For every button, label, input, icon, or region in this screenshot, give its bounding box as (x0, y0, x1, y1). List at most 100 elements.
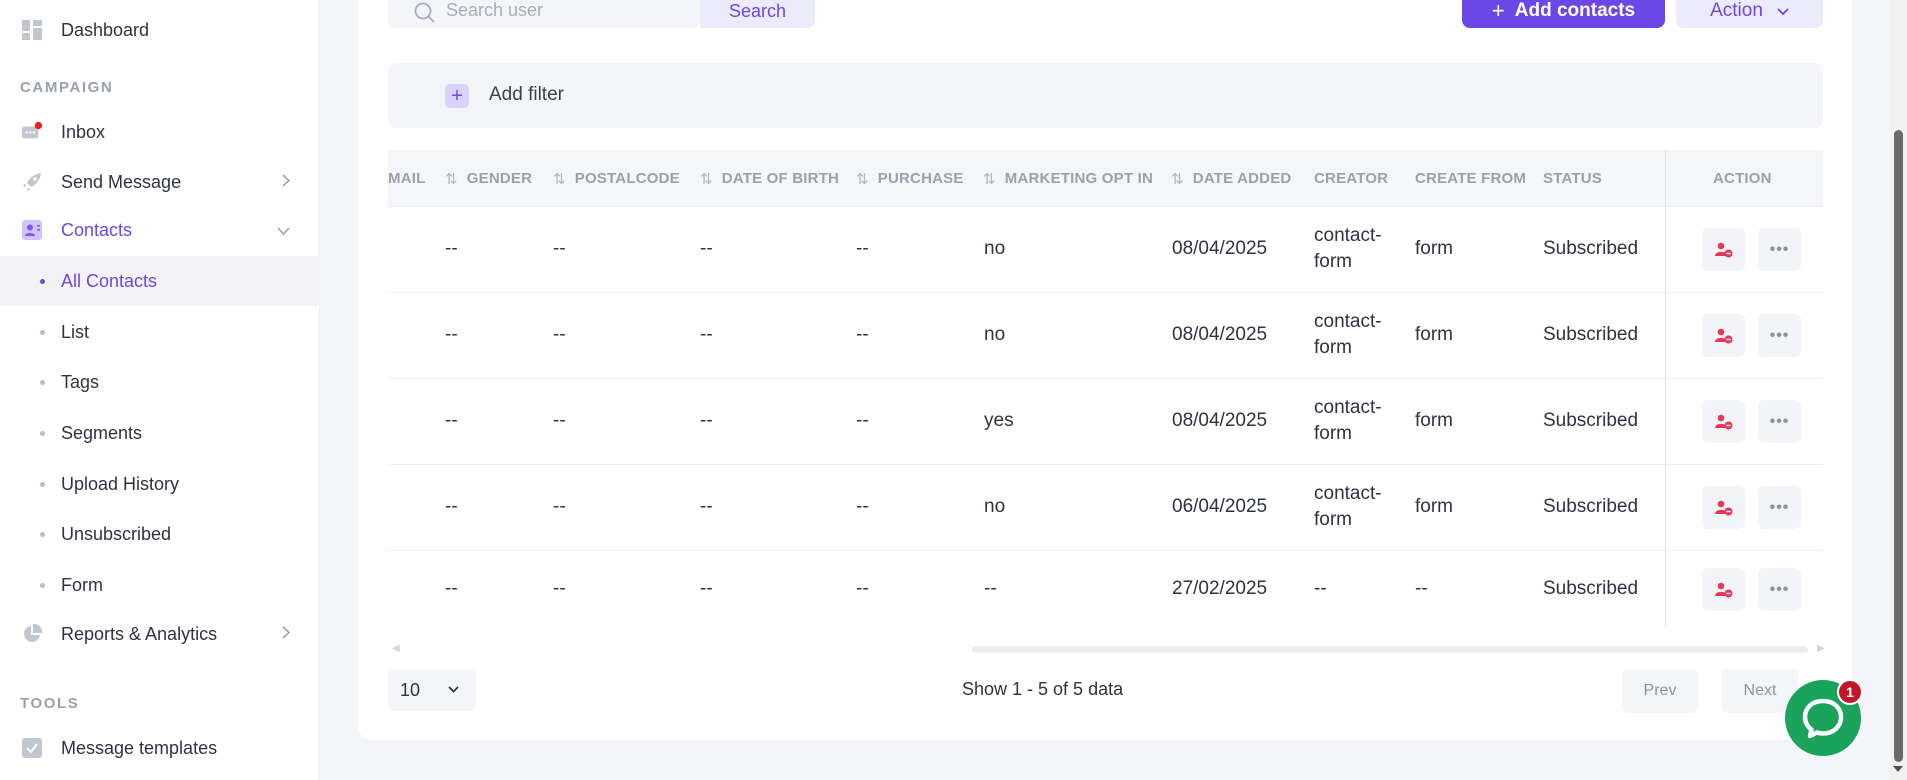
filter-bar: + Add filter (388, 63, 1823, 128)
sidebar-item-label: List (61, 321, 90, 342)
search-input[interactable] (446, 0, 676, 21)
sidebar-item-unsubscribed[interactable]: Unsubscribed (0, 509, 320, 559)
column-header-purchase[interactable]: ⇅ PURCHASE (856, 150, 964, 207)
nav-contacts-label: Contacts (61, 219, 133, 240)
nav-message-templates[interactable]: Message templates (0, 723, 320, 773)
sidebar-item-list[interactable]: List (0, 307, 320, 357)
bullet-icon (40, 582, 45, 588)
unsubscribe-contact-button[interactable] (1702, 228, 1745, 271)
bullet-icon (40, 430, 45, 436)
cell-date-of-birth: -- (700, 238, 713, 259)
column-header-date-of-birth[interactable]: ⇅ DATE OF BIRTH (700, 150, 839, 207)
add-filter-icon[interactable]: + (445, 84, 469, 108)
cell-creator: contact- (1314, 397, 1382, 418)
unsubscribe-contact-button[interactable] (1702, 400, 1745, 443)
cell-create-from: form (1415, 496, 1453, 517)
nav-dashboard[interactable]: Dashboard (0, 5, 320, 55)
more-options-button[interactable]: ••• (1758, 486, 1801, 529)
user-remove-icon (1714, 242, 1732, 257)
sidebar-item-form[interactable]: Form (0, 560, 320, 610)
column-header-create-from: CREATE FROM (1415, 170, 1527, 187)
sidebar-item-label: Form (61, 574, 103, 595)
cell-postalcode: -- (553, 238, 566, 259)
cell-purchase: -- (856, 324, 869, 345)
cell-status: Subscribed (1543, 496, 1639, 517)
cell-gender: -- (445, 324, 458, 345)
cell-marketing-opt-in: -- (984, 578, 997, 599)
more-dots-icon: ••• (1769, 240, 1790, 258)
add-contacts-button[interactable]: + Add contacts (1462, 0, 1665, 28)
more-options-button[interactable]: ••• (1758, 400, 1801, 443)
search-icon (414, 2, 436, 29)
cell-postalcode: -- (553, 324, 566, 345)
column-header-creator: CREATOR (1314, 170, 1389, 187)
nav-contacts[interactable]: Contacts (0, 205, 320, 255)
contacts-table: MAIL ⇅ GENDER ⇅ POSTALCODE ⇅ DATE OF BIRTH … (388, 150, 1823, 628)
horizontal-scrollbar[interactable] (972, 646, 1808, 653)
bullet-icon (40, 481, 45, 487)
unsubscribe-contact-button[interactable] (1702, 568, 1745, 611)
sort-icon: ⇅ (445, 170, 458, 188)
column-header-marketing-opt-in[interactable]: ⇅ MARKETING OPT IN (983, 150, 1153, 207)
nav-send-message-label: Send Message (61, 171, 182, 192)
action-dropdown-button[interactable]: Action (1676, 0, 1823, 28)
unsubscribe-contact-button[interactable] (1702, 314, 1745, 357)
scroll-down-arrow-icon[interactable] (1893, 766, 1903, 772)
cell-create-from: -- (1415, 578, 1428, 599)
nav-reports-analytics[interactable]: Reports & Analytics (0, 609, 320, 659)
vertical-scrollbar[interactable] (1890, 0, 1907, 780)
add-contacts-label: Add contacts (1514, 0, 1636, 21)
column-header-gender[interactable]: ⇅ GENDER (445, 150, 532, 207)
table-row: -- -- -- -- -- 27/02/2025 -- -- Subscrib… (388, 551, 1823, 628)
chevron-right-icon (282, 626, 291, 642)
cell-purchase: -- (856, 578, 869, 599)
nav-inbox-label: Inbox (61, 121, 106, 142)
more-options-button[interactable]: ••• (1758, 314, 1801, 357)
template-check-icon (21, 737, 43, 759)
chat-widget-button[interactable]: 1 (1785, 679, 1864, 756)
section-campaign-title: CAMPAIGN (20, 79, 114, 96)
cell-status: Subscribed (1543, 324, 1639, 345)
cell-date-added: 08/04/2025 (1172, 238, 1268, 259)
cell-date-of-birth: -- (700, 410, 713, 431)
page-size-select[interactable]: 10 (388, 669, 476, 711)
search-box (388, 0, 700, 28)
table-row: -- -- -- -- no 06/04/2025 contact- form … (388, 465, 1823, 551)
nav-inbox[interactable]: Inbox (0, 107, 320, 157)
sidebar-item-upload-history[interactable]: Upload History (0, 459, 320, 509)
page-size-value: 10 (400, 680, 421, 700)
cell-creator-line2: form (1314, 423, 1352, 444)
nav-send-message[interactable]: Send Message (0, 157, 320, 207)
sidebar-item-label: Tags (61, 371, 100, 392)
sort-icon: ⇅ (856, 170, 869, 188)
column-header-email[interactable]: MAIL (388, 150, 425, 207)
bullet-icon (40, 329, 45, 335)
unsubscribe-contact-button[interactable] (1702, 486, 1745, 529)
column-header-date-added[interactable]: ⇅ DATE ADDED (1171, 150, 1291, 207)
user-remove-icon (1714, 328, 1732, 343)
scroll-right-arrow-icon[interactable]: ▶ (1817, 643, 1825, 654)
more-options-button[interactable]: ••• (1758, 228, 1801, 271)
more-dots-icon: ••• (1769, 498, 1790, 516)
vertical-scrollbar-thumb[interactable] (1894, 130, 1903, 762)
more-options-button[interactable]: ••• (1758, 568, 1801, 611)
cell-marketing-opt-in: no (984, 238, 1006, 259)
dashboard-icon (21, 19, 43, 41)
rocket-icon (21, 171, 43, 193)
cell-status: Subscribed (1543, 578, 1639, 599)
table-header: MAIL ⇅ GENDER ⇅ POSTALCODE ⇅ DATE OF BIRTH … (388, 150, 1823, 207)
sidebar-item-label: Segments (61, 422, 143, 443)
add-filter-button[interactable]: Add filter (489, 84, 564, 106)
column-header-postalcode[interactable]: ⇅ POSTALCODE (553, 150, 680, 207)
search-button[interactable]: Search (700, 0, 815, 28)
sidebar-item-segments[interactable]: Segments (0, 408, 320, 458)
prev-page-button[interactable]: Prev (1622, 669, 1698, 713)
scroll-left-arrow-icon[interactable]: ◀ (392, 643, 400, 654)
cell-date-of-birth: -- (700, 496, 713, 517)
sidebar-item-tags[interactable]: Tags (0, 357, 320, 407)
cell-creator-line2: form (1314, 251, 1352, 272)
sidebar-item-label: All Contacts (61, 270, 158, 291)
cell-date-of-birth: -- (700, 324, 713, 345)
sidebar-item-all-contacts[interactable]: All Contacts (0, 256, 320, 306)
cell-gender: -- (445, 496, 458, 517)
